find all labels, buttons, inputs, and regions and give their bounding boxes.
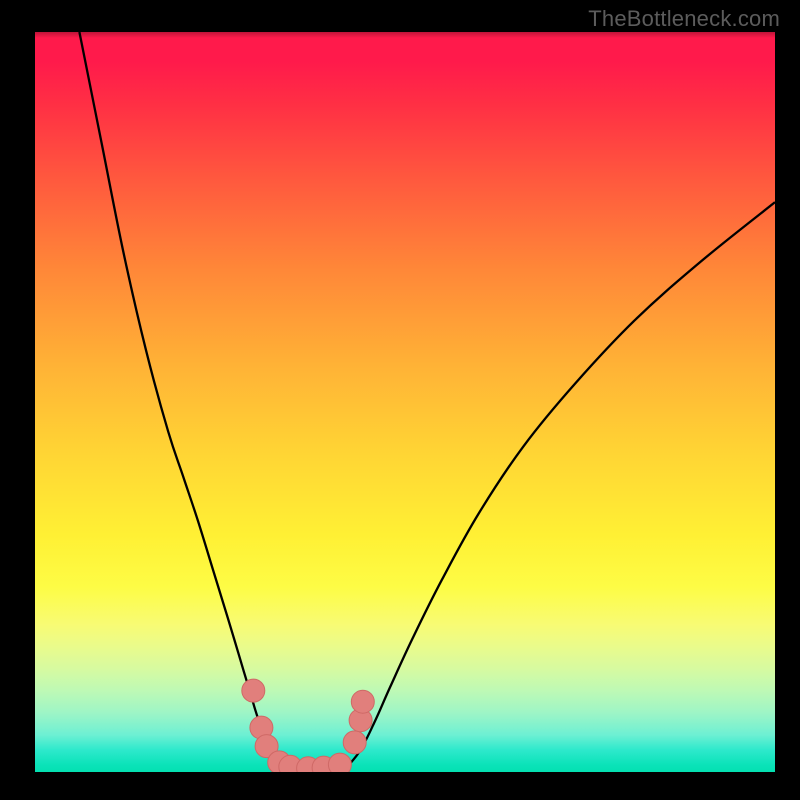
trough-marker — [328, 753, 351, 772]
chart-plot-area — [35, 32, 775, 772]
left-curve-path — [79, 32, 290, 768]
trough-marker — [242, 679, 265, 702]
left-curve — [79, 32, 290, 768]
right-curve-path — [346, 202, 775, 768]
chart-svg-layer — [35, 32, 775, 772]
right-curve — [346, 202, 775, 768]
watermark-text: TheBottleneck.com — [588, 6, 780, 32]
trough-marker — [343, 731, 366, 754]
trough-marker — [351, 690, 374, 713]
outer-black-frame: TheBottleneck.com — [0, 0, 800, 800]
